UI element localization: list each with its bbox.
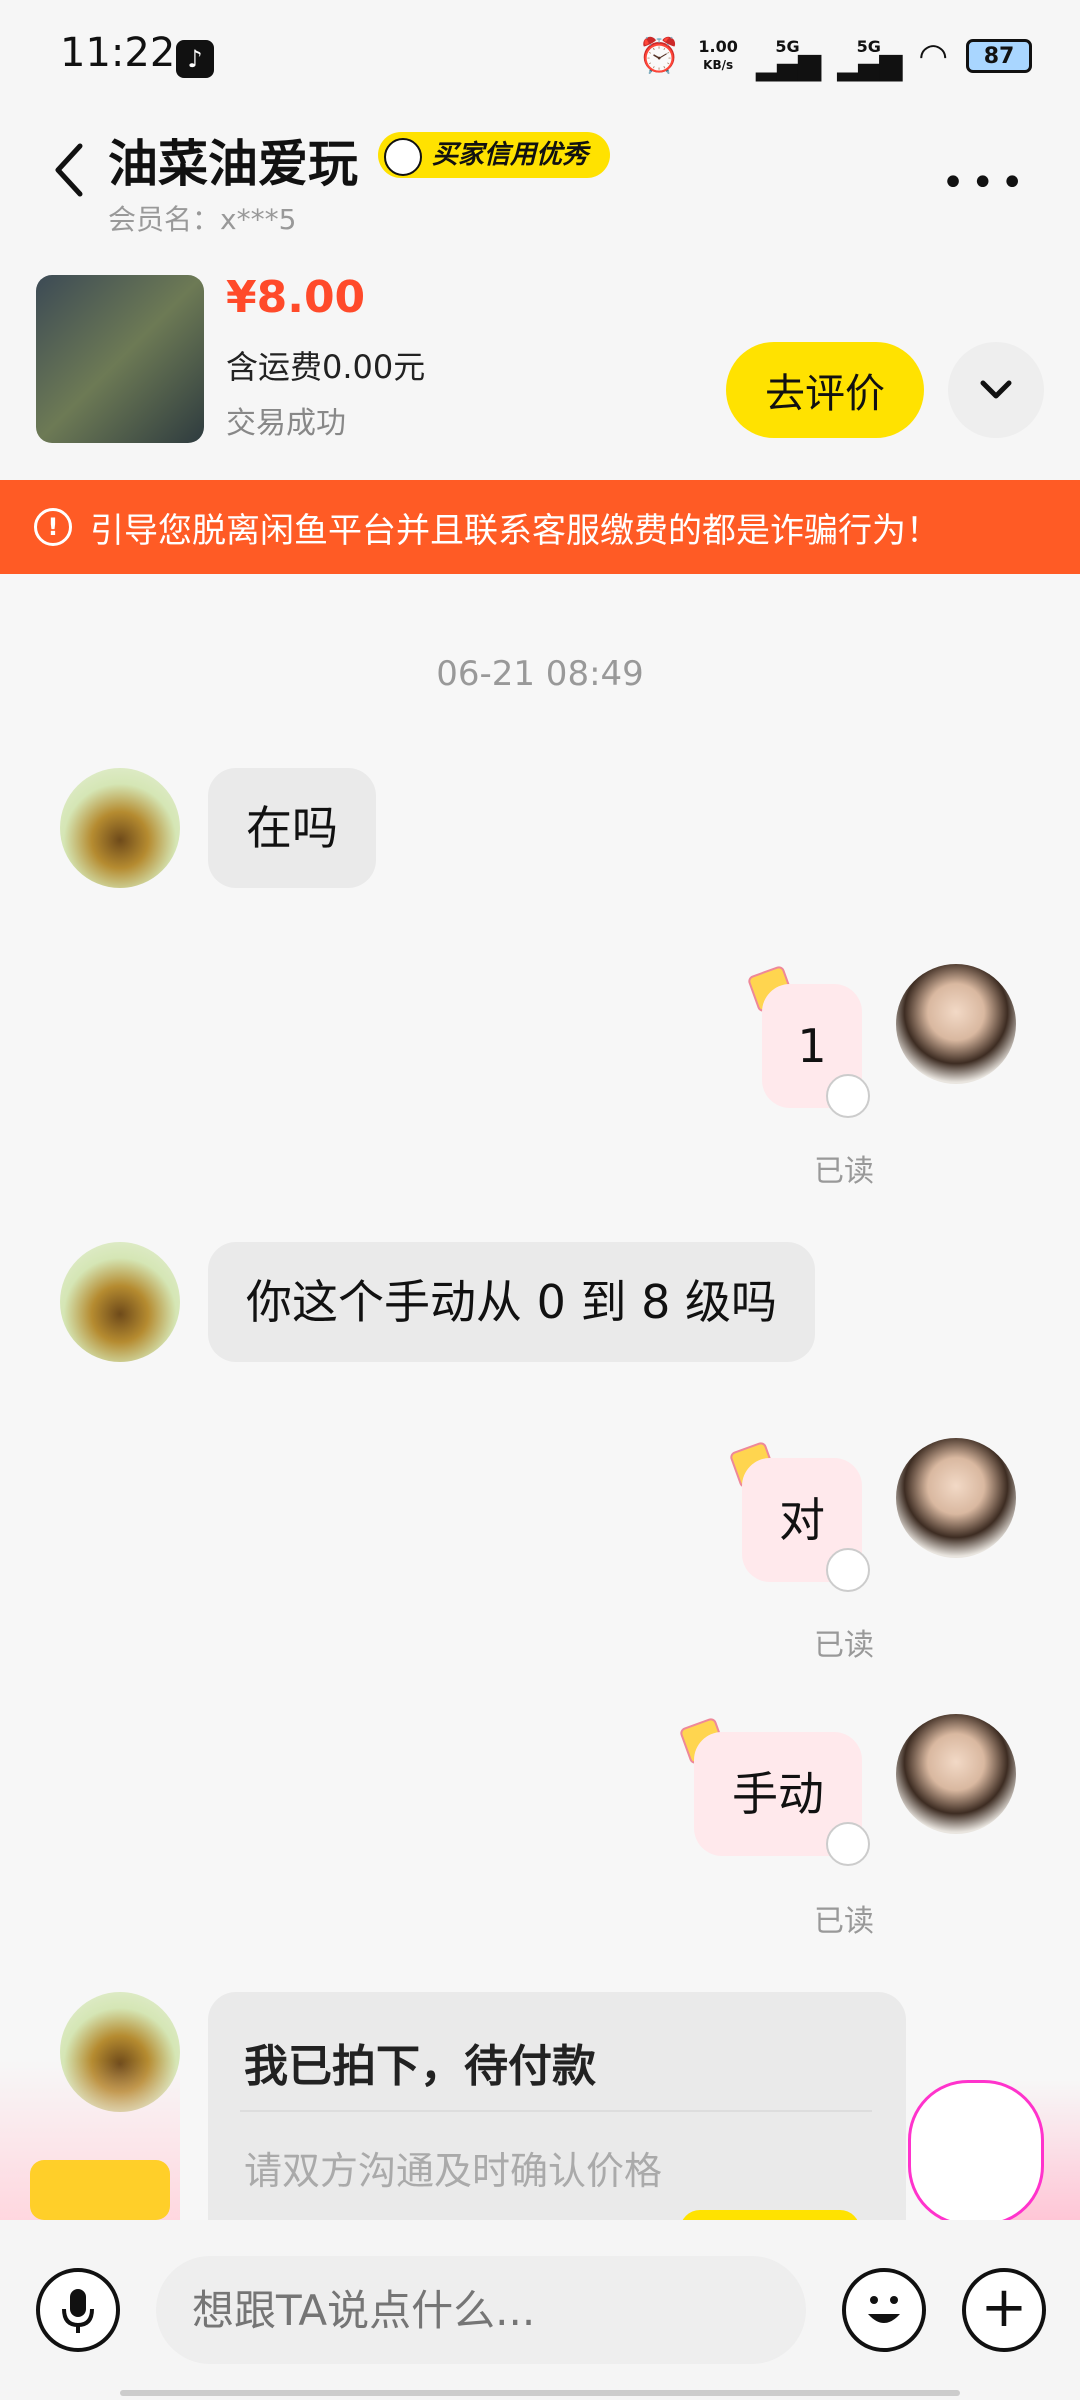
status-time: 11:22 — [60, 30, 176, 76]
user-avatar[interactable] — [896, 964, 1016, 1084]
shipping-info: 含运费0.00元 — [226, 348, 426, 386]
voice-button[interactable] — [36, 2268, 120, 2352]
read-status: 已读 — [814, 1628, 874, 1663]
emoji-button[interactable] — [842, 2268, 926, 2352]
alert-icon: ! — [34, 508, 72, 546]
home-indicator[interactable] — [120, 2390, 960, 2396]
contact-avatar[interactable] — [60, 768, 180, 888]
status-bar: 11:22 ♪ ⏰ 1.00 KB/s 5G ▂▄▆ 5G ▂▄▆ ◠ 87 — [0, 0, 1080, 120]
wifi-icon: ◠ — [918, 36, 948, 76]
more-icon[interactable]: ••• — [941, 160, 1030, 206]
smiley-icon — [868, 2296, 900, 2323]
divider — [240, 2110, 872, 2112]
product-image[interactable] — [36, 275, 204, 443]
fish-mascot-icon — [384, 138, 422, 176]
gold-coins-decoration — [30, 2160, 170, 2220]
chevron-down-icon — [980, 380, 1012, 399]
chat-timestamp: 06-21 08:49 — [436, 654, 644, 694]
contact-avatar[interactable] — [60, 1242, 180, 1362]
signal-bars-icon: ▂▄▆ — [755, 47, 821, 82]
message-bubble-left[interactable]: 你这个手动从 0 到 8 级吗 — [208, 1242, 816, 1362]
seal-mascot-icon — [826, 1074, 870, 1118]
tiktok-icon: ♪ — [176, 40, 214, 78]
plus-icon: + — [980, 2275, 1028, 2340]
back-icon[interactable] — [54, 140, 84, 200]
order-card-subtitle: 请双方沟通及时确认价格 — [244, 2149, 663, 2193]
seal-mascot-icon — [826, 1822, 870, 1866]
read-status: 已读 — [814, 1904, 874, 1939]
review-button[interactable]: 去评价 — [726, 342, 924, 438]
contact-name[interactable]: 油菜油爱玩 — [108, 124, 358, 196]
message-bubble-left[interactable]: 在吗 — [208, 768, 376, 888]
user-avatar[interactable] — [896, 1438, 1016, 1558]
message-input[interactable] — [156, 2256, 806, 2364]
product-price: ¥8.00 — [226, 272, 366, 323]
battery-icon: 87 — [966, 39, 1032, 73]
status-icons: ⏰ 1.00 KB/s 5G ▂▄▆ 5G ▂▄▆ ◠ 87 — [638, 36, 1032, 82]
signal-2: 5G ▂▄▆ — [837, 37, 902, 82]
microphone-icon — [62, 2289, 94, 2333]
seal-mascot-icon — [826, 1548, 870, 1592]
signal-1: 5G ▂▄▆ — [755, 37, 821, 82]
signal-bars-icon: ▂▄▆ — [837, 47, 902, 82]
user-avatar[interactable] — [896, 1714, 1016, 1834]
order-card-title: 我已拍下，待付款 — [244, 2041, 596, 2092]
read-status: 已读 — [814, 1154, 874, 1189]
add-button[interactable]: + — [962, 2268, 1046, 2352]
credit-badge[interactable]: 买家信用优秀 — [378, 132, 611, 178]
transaction-status: 交易成功 — [226, 406, 346, 441]
fraud-warning-banner: ! 引导您脱离闲鱼平台并且联系客服缴费的都是诈骗行为！ — [0, 480, 1080, 574]
member-name: 会员名：x***5 — [108, 203, 297, 236]
mascot-decoration — [908, 2080, 1044, 2226]
expand-button[interactable] — [948, 342, 1044, 438]
alarm-icon: ⏰ — [638, 36, 681, 76]
network-speed: 1.00 KB/s — [698, 37, 738, 73]
